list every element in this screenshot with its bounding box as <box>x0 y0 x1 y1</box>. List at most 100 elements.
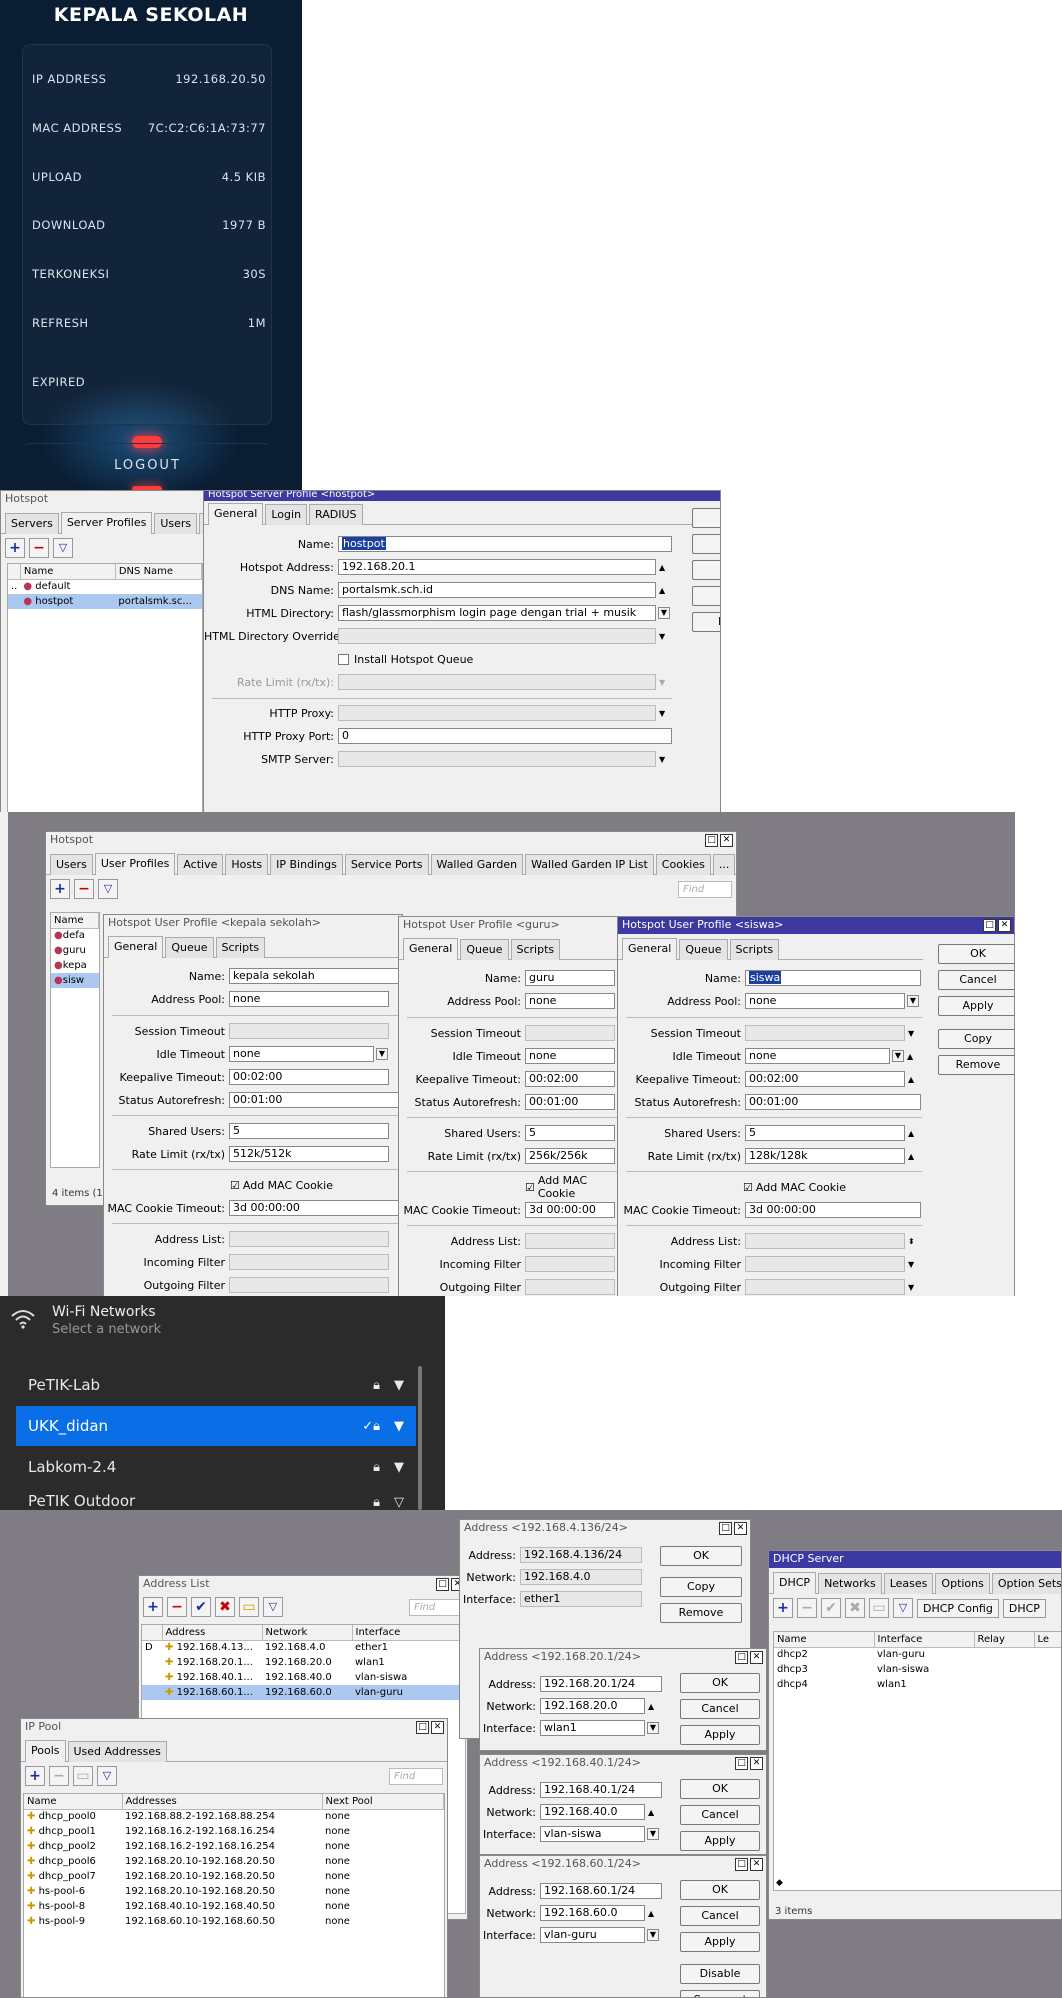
dropdown-icon[interactable]: ▼ <box>907 995 919 1007</box>
dropdown-icon[interactable]: ▼ <box>659 755 665 764</box>
table-row[interactable]: .. ● default <box>8 579 202 594</box>
up-arrow-icon[interactable]: ▲ <box>908 1075 914 1084</box>
disable-icon[interactable]: ✖ <box>215 1597 235 1617</box>
remove-button[interactable]: Remove <box>660 1603 742 1623</box>
ok-button[interactable]: OK <box>680 1779 760 1799</box>
tab-radius[interactable]: RADIUS <box>309 504 363 525</box>
filter-icon[interactable]: ▽ <box>97 1766 117 1786</box>
tab-queue[interactable]: Queue <box>460 939 509 960</box>
table-row[interactable]: ✚ hs-pool-6 192.168.20.10-192.168.20.50 no… <box>24 1884 444 1899</box>
tab-users[interactable]: Users <box>154 513 198 534</box>
address-field[interactable]: 192.168.4.136/24 <box>520 1547 642 1563</box>
tab-scripts[interactable]: Scripts <box>729 939 780 960</box>
apply-button[interactable]: Apply <box>938 996 1014 1016</box>
copy-icon[interactable]: ▭ <box>869 1598 889 1618</box>
col-network[interactable]: Network <box>262 1625 353 1641</box>
table-row[interactable]: ✚ dhcp_pool0 192.168.88.2-192.168.88.254 n… <box>24 1809 444 1824</box>
copy-button[interactable]: Copy <box>660 1577 742 1597</box>
table-row[interactable]: ●guru <box>51 943 99 958</box>
tab-hosts[interactable]: Hosts <box>225 854 269 875</box>
tab-leases[interactable]: Leases <box>883 1573 934 1594</box>
address-pool-field[interactable]: none <box>525 993 615 1009</box>
tab-walled-garden-ip[interactable]: Walled Garden IP List <box>525 854 654 875</box>
rate-limit-field[interactable]: 256k/256k <box>525 1148 615 1164</box>
mac-cookie-timeout-field[interactable]: 3d 00:00:00 <box>745 1202 921 1218</box>
apply-button[interactable]: Apply <box>680 1725 760 1745</box>
mac-cookie-checkbox[interactable]: ☑ <box>230 1179 240 1192</box>
filter-icon[interactable]: ▽ <box>98 879 118 899</box>
mac-cookie-timeout-field[interactable]: 3d 00:00:00 <box>525 1202 615 1218</box>
restore-icon[interactable]: □ <box>983 919 996 932</box>
table-row[interactable]: D ✚ 192.168.4.13... 192.168.4.0 ether1 <box>142 1640 465 1655</box>
address-list-field[interactable] <box>525 1233 615 1249</box>
table-row[interactable]: ✚ hs-pool-8 192.168.40.10-192.168.40.50 no… <box>24 1899 444 1914</box>
disable-icon[interactable]: ✖ <box>845 1598 865 1618</box>
up-arrow-icon[interactable]: ▲ <box>908 1129 914 1138</box>
cancel-button[interactable]: Cancel <box>680 1699 760 1719</box>
enable-icon[interactable]: ✔ <box>821 1598 841 1618</box>
close-icon[interactable]: ✕ <box>750 1757 763 1770</box>
enable-icon[interactable]: ✔ <box>191 1597 211 1617</box>
up-arrow-icon[interactable]: ▲ <box>907 1052 913 1061</box>
close-icon[interactable]: ✕ <box>431 1721 444 1734</box>
apply-button[interactable]: Apply <box>680 1932 760 1952</box>
table-row[interactable]: ✚ dhcp_pool7 192.168.20.10-192.168.20.50 n… <box>24 1869 444 1884</box>
apply-button[interactable] <box>692 560 720 580</box>
keepalive-field[interactable]: 00:02:00 <box>525 1071 615 1087</box>
table-row[interactable]: dhcp2 vlan-guru <box>774 1647 1061 1662</box>
comment-button[interactable]: Comment <box>680 1990 760 1997</box>
dropdown-icon[interactable]: ▼ <box>647 1722 659 1734</box>
tab-ip-bindings[interactable]: IP Bindings <box>270 854 343 875</box>
mac-cookie-checkbox[interactable]: ☑ <box>525 1181 535 1194</box>
up-arrow-icon[interactable]: ▲ <box>648 1808 654 1817</box>
table-row[interactable]: ✚ dhcp_pool1 192.168.16.2-192.168.16.254 n… <box>24 1824 444 1839</box>
network-item[interactable]: PeTIK-Lab 🔒︎ ▼ <box>16 1365 416 1405</box>
dropdown-icon[interactable]: ▼ <box>659 632 665 641</box>
network-item[interactable]: Labkom-2.4 🔒︎ ▼ <box>16 1447 416 1487</box>
tab-general[interactable]: General <box>622 938 678 960</box>
cancel-button[interactable]: Cancel <box>938 970 1014 990</box>
dropdown-icon[interactable]: ▼ <box>647 1929 659 1941</box>
add-icon[interactable]: + <box>143 1597 163 1617</box>
network-field[interactable]: 192.168.60.0 <box>540 1905 645 1921</box>
ok-button[interactable]: OK <box>660 1546 742 1566</box>
col-name[interactable]: Name <box>24 1794 123 1810</box>
rate-limit-field[interactable]: 512k/512k <box>229 1146 389 1162</box>
dhcp-setup-button[interactable]: DHCP <box>1002 1598 1046 1618</box>
col-address[interactable]: Address <box>162 1625 263 1641</box>
address-list-field[interactable] <box>229 1231 389 1247</box>
tab-servers[interactable]: Servers <box>5 513 59 534</box>
tab-more[interactable]: ... <box>712 854 736 875</box>
remove-button[interactable]: R <box>692 612 720 632</box>
tab-queue[interactable]: Queue <box>679 939 728 960</box>
autorefresh-field[interactable]: 00:01:00 <box>525 1094 615 1110</box>
tab-general[interactable]: General <box>108 936 164 958</box>
find-input[interactable]: Find <box>678 880 732 898</box>
add-icon[interactable]: + <box>773 1598 793 1618</box>
table-row[interactable]: dhcp4 wlan1 <box>774 1677 1061 1692</box>
address-pool-field[interactable]: none <box>229 991 389 1007</box>
scrollbar[interactable] <box>418 1366 422 1510</box>
interface-field[interactable]: ether1 <box>520 1591 642 1607</box>
tab-pools[interactable]: Pools <box>25 1740 66 1762</box>
remove-icon[interactable]: − <box>29 538 49 558</box>
table-row[interactable]: dhcp3 vlan-siswa <box>774 1662 1061 1677</box>
interface-field[interactable]: wlan1 <box>540 1720 645 1736</box>
tab-active[interactable]: Active <box>177 854 224 875</box>
filter-icon[interactable]: ▽ <box>53 538 73 558</box>
find-input[interactable]: Find <box>389 1767 443 1785</box>
network-field[interactable]: 192.168.20.0 <box>540 1698 645 1714</box>
tab-option-sets[interactable]: Option Sets <box>991 1573 1061 1594</box>
autorefresh-field[interactable]: 00:01:00 <box>745 1094 921 1110</box>
http-proxy-port-field[interactable]: 0 <box>338 728 672 744</box>
tab-general[interactable]: General <box>403 938 459 960</box>
incoming-filter-field[interactable] <box>745 1256 905 1272</box>
idle-timeout-field[interactable]: none <box>745 1048 890 1064</box>
filter-icon[interactable]: ▽ <box>263 1597 283 1617</box>
copy-button[interactable]: Copy <box>938 1029 1014 1049</box>
tab-walled-garden[interactable]: Walled Garden <box>430 854 524 875</box>
name-field[interactable]: hostpot <box>338 536 672 552</box>
network-field[interactable]: 192.168.4.0 <box>520 1569 642 1585</box>
table-row[interactable]: ●kepa <box>51 958 99 973</box>
install-queue-checkbox[interactable] <box>338 653 349 665</box>
